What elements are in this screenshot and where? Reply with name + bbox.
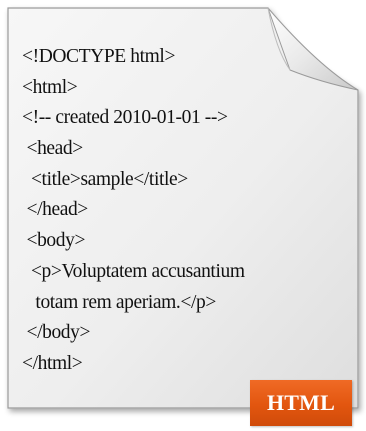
code-line: <html> [22,76,78,98]
html-code-listing: <!DOCTYPE html> <html> <!-- created 2010… [22,42,245,380]
code-line: </head> [22,199,88,221]
code-line: <head> [22,138,83,160]
html-file-illustration: <!DOCTYPE html> <html> <!-- created 2010… [0,0,366,431]
html-badge: HTML [250,380,352,426]
code-line: <p>Voluptatem accusantium [22,260,245,282]
code-line: <title>sample</title> [22,168,188,190]
html-badge-label: HTML [266,390,336,415]
code-line: </html> [22,352,83,374]
code-line: </body> [22,322,91,344]
code-line: totam rem aperiam.</p> [22,291,216,313]
code-line: <!-- created 2010-01-01 --> [22,107,228,129]
code-line: <!DOCTYPE html> [22,46,176,67]
code-line: <body> [22,230,86,252]
